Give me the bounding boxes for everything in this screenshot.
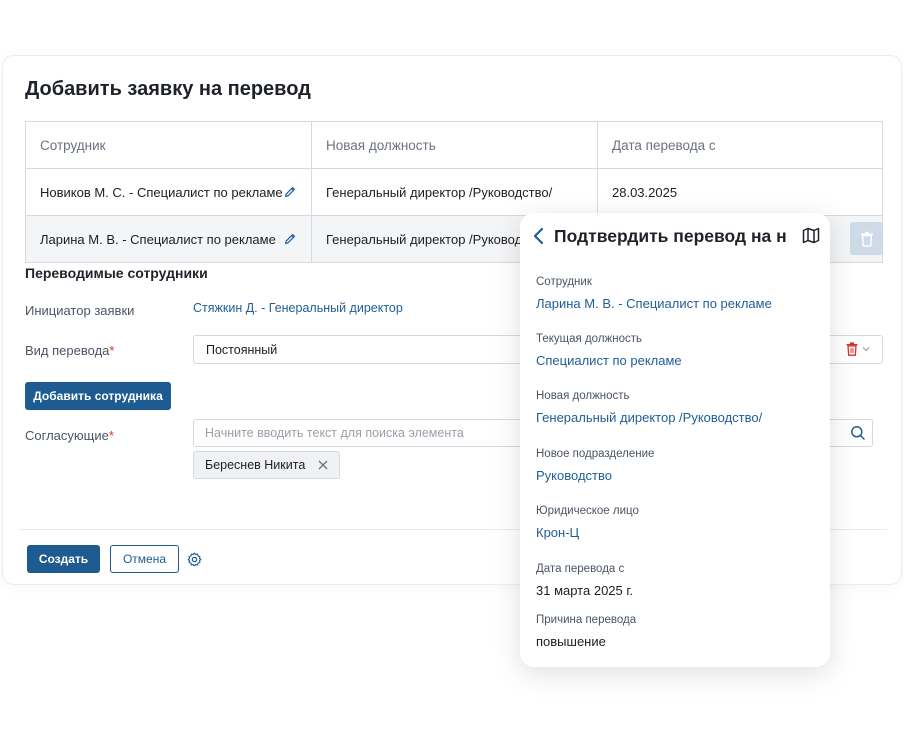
- field-label: Сотрудник: [536, 276, 592, 288]
- transfer-type-label: Вид перевода*: [25, 343, 115, 358]
- field-value-link[interactable]: Специалист по рекламе: [536, 353, 816, 368]
- approver-chip-label: Береснев Никита: [205, 458, 306, 472]
- required-mark: *: [109, 343, 115, 358]
- search-icon[interactable]: [850, 425, 866, 441]
- search-placeholder: Начните вводить текст для поиска элемент…: [205, 426, 464, 440]
- field-label: Новое подразделение: [536, 448, 655, 460]
- column-header-employee: Сотрудник: [25, 121, 312, 169]
- panel-field-legal-entity: Юридическое лицо Крон-Ц: [536, 505, 816, 540]
- add-employee-button[interactable]: Добавить сотрудника: [25, 382, 171, 410]
- panel-field-new-position: Новая должность Генеральный директор /Ру…: [536, 390, 816, 425]
- field-value-link[interactable]: Крон-Ц: [536, 525, 816, 540]
- create-button[interactable]: Создать: [27, 545, 100, 573]
- panel-field-transfer-date: Дата перевода с 31 марта 2025 г.: [536, 563, 816, 598]
- panel-field-department: Новое подразделение Руководство: [536, 448, 816, 483]
- chevron-down-icon[interactable]: [862, 346, 870, 352]
- required-mark: *: [108, 428, 114, 443]
- table-cell-position: Генеральный директор /Руководство/: [311, 168, 598, 216]
- table-header-row: Сотрудник Новая должность Дата перевода …: [25, 121, 883, 169]
- employee-name: Ларина М. В. - Специалист по рекламе: [40, 231, 276, 247]
- page-title: Добавить заявку на перевод: [25, 78, 311, 100]
- pencil-icon[interactable]: [283, 232, 297, 246]
- pencil-icon[interactable]: [283, 185, 297, 199]
- close-icon[interactable]: [318, 460, 328, 470]
- field-value-link[interactable]: Руководство: [536, 468, 816, 483]
- column-header-date: Дата перевода с: [597, 121, 883, 169]
- panel-field-employee: Сотрудник Ларина М. В. - Специалист по р…: [536, 276, 816, 311]
- approver-chip: Береснев Никита: [193, 451, 340, 479]
- back-arrow-icon[interactable]: [532, 227, 546, 245]
- table-cell-date: 28.03.2025: [597, 168, 883, 216]
- transfer-type-value: Постоянный: [206, 343, 278, 357]
- delete-row-button[interactable]: [850, 222, 883, 255]
- field-value: 31 марта 2025 г.: [536, 583, 634, 598]
- gear-icon[interactable]: [187, 552, 202, 567]
- initiator-label: Инициатор заявки: [25, 303, 135, 318]
- field-value-link[interactable]: Ларина М. В. - Специалист по рекламе: [536, 296, 816, 311]
- table-cell-employee: Ларина М. В. - Специалист по рекламе: [25, 215, 312, 263]
- trash-icon: [860, 231, 873, 247]
- panel-title: Подтвердить перевод на н: [554, 225, 787, 246]
- table-cell-employee: Новиков М. С. - Специалист по рекламе: [25, 168, 312, 216]
- field-label: Текущая должность: [536, 333, 642, 345]
- initiator-link[interactable]: Стяжкин Д. - Генеральный директор: [193, 301, 403, 315]
- employee-name: Новиков М. С. - Специалист по рекламе: [40, 184, 283, 200]
- panel-field-reason: Причина перевода повышение: [536, 614, 816, 649]
- field-label: Причина перевода: [536, 614, 637, 626]
- confirm-transfer-panel: Подтвердить перевод на н Сотрудник Ларин…: [520, 213, 830, 667]
- map-icon[interactable]: [802, 227, 820, 244]
- table-row[interactable]: Новиков М. С. - Специалист по рекламе Ге…: [25, 168, 883, 216]
- section-title: Переводимые сотрудники: [25, 265, 208, 281]
- field-label: Новая должность: [536, 390, 630, 402]
- field-value-link[interactable]: Генеральный директор /Руководство/: [536, 410, 816, 425]
- field-value: повышение: [536, 634, 606, 649]
- approvers-label: Согласующие*: [25, 428, 114, 443]
- column-header-new-position: Новая должность: [311, 121, 598, 169]
- panel-field-current-position: Текущая должность Специалист по рекламе: [536, 333, 816, 368]
- cancel-button[interactable]: Отмена: [110, 545, 179, 573]
- trash-icon[interactable]: [846, 342, 858, 356]
- field-label: Дата перевода с: [536, 563, 625, 575]
- field-label: Юридическое лицо: [536, 505, 639, 517]
- panel-header: Подтвердить перевод на н: [532, 223, 822, 249]
